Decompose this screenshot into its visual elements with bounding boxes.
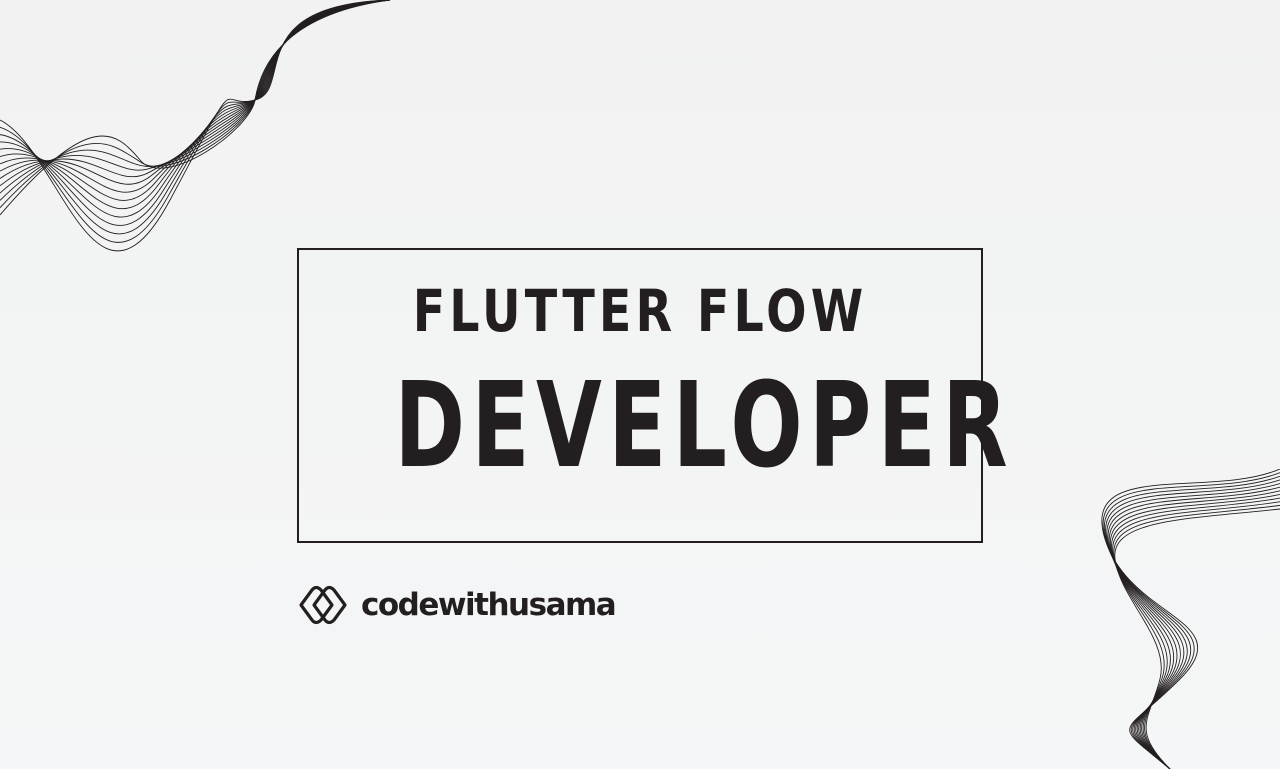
wave-line: [0, 0, 391, 187]
wave-line: [0, 0, 391, 218]
wave-line: [1111, 497, 1280, 769]
wave-line: [1109, 494, 1280, 769]
wave-line: [0, 0, 391, 208]
wave-line: [1102, 472, 1280, 769]
wave-line: [1113, 504, 1280, 769]
wave-line: [0, 0, 391, 201]
wave-line: [0, 0, 391, 194]
wave-decoration-bottom-right: [1101, 469, 1280, 769]
wave-line: [1101, 469, 1280, 769]
wave-line: [0, 0, 391, 226]
wave-line: [1112, 501, 1280, 769]
wave-line: [0, 0, 391, 235]
subtitle: FLUTTER FLOW: [412, 277, 868, 345]
wave-line: [1104, 475, 1280, 769]
brand: codewithusama: [297, 582, 617, 628]
wave-line: [1106, 483, 1280, 769]
headline: DEVELOPER: [394, 356, 1015, 494]
wave-line: [1114, 508, 1280, 769]
wave-line: [0, 0, 391, 185]
brand-logo-icon: [299, 585, 347, 625]
wave-line: [0, 0, 391, 201]
wave-line: [0, 0, 391, 252]
title-frame: FLUTTER FLOW DEVELOPER: [297, 248, 1015, 543]
brand-name: codewithusama: [361, 587, 617, 623]
wave-line: [1108, 490, 1280, 769]
wave-line: [1107, 486, 1280, 769]
wave-line: [0, 0, 391, 216]
wave-line: [1105, 479, 1280, 769]
wave-line: [0, 0, 391, 210]
wave-line: [0, 0, 391, 243]
wave-line: [0, 0, 391, 193]
